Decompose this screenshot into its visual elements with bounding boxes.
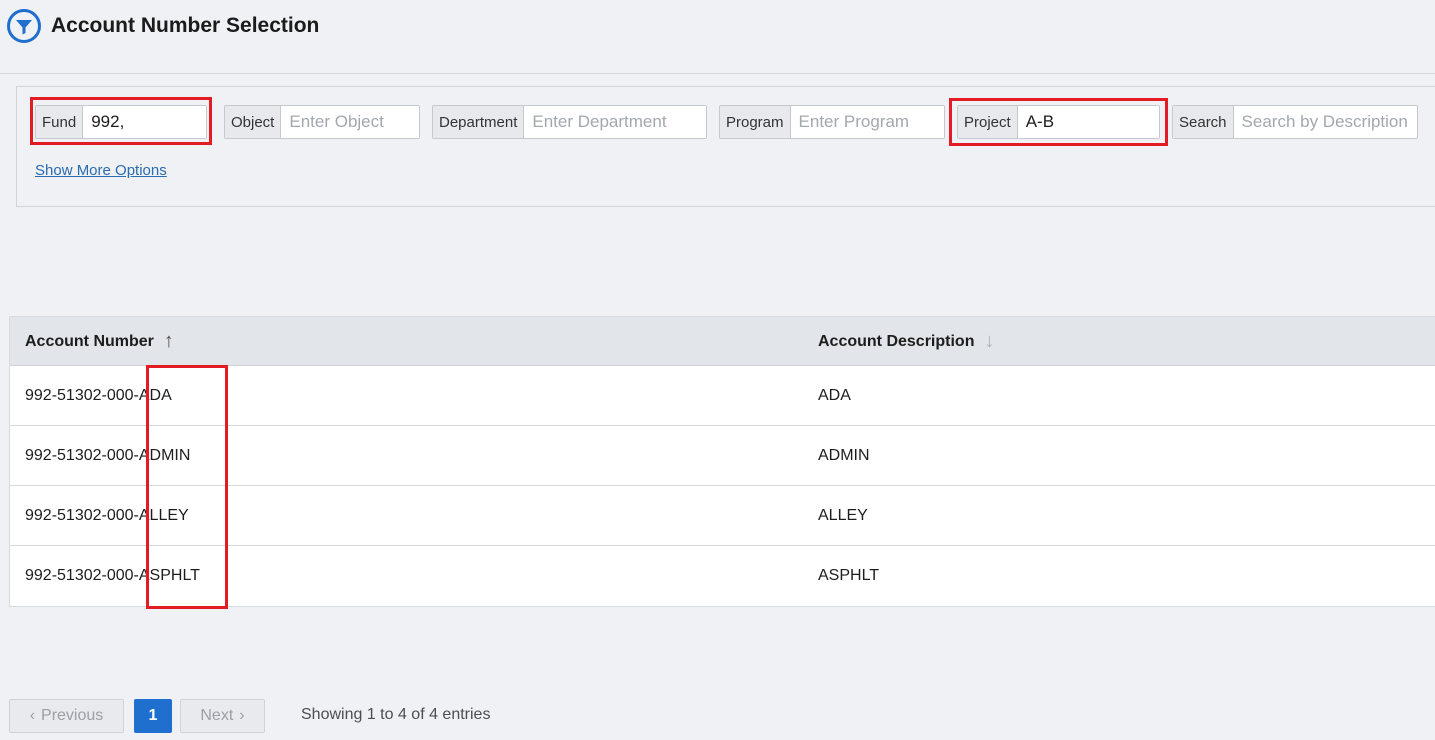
program-input[interactable] [790,106,944,138]
object-input[interactable] [281,106,419,138]
account-description-cell: ASPHLT [818,567,880,584]
column-header-account-number[interactable]: Account Number ↑ [25,317,174,366]
page-number-button[interactable]: 1 [134,699,172,733]
chevron-left-icon: ‹ [29,707,36,724]
table-row[interactable]: 992-51302-000-ADMIN ADMIN [10,426,1435,486]
account-number-cell: 992-51302-000-ADMIN [25,447,191,464]
account-number-cell: 992-51302-000-ADA [25,387,172,404]
page-title: Account Number Selection [51,14,320,37]
account-number-cell: 992-51302-000-ALLEY [25,507,189,524]
account-number-cell: 992-51302-000-ASPHLT [25,567,200,584]
previous-label: Previous [41,707,104,724]
filter-funnel-icon [7,9,41,43]
fund-filter: Fund [35,105,207,139]
column-label: Account Description [818,332,975,350]
account-description-cell: ALLEY [818,507,868,524]
program-filter: Program [719,105,945,139]
table-header: Account Number ↑ Account Description ↓ [10,317,1435,366]
column-header-account-description[interactable]: Account Description ↓ [818,317,994,366]
table-row[interactable]: 992-51302-000-ADA ADA [10,366,1435,426]
search-filter: Search [1172,105,1418,139]
next-page-button[interactable]: Next › [180,699,265,733]
search-label: Search [1173,106,1234,138]
previous-page-button[interactable]: ‹ Previous [9,699,124,733]
department-label: Department [433,106,525,138]
object-label: Object [225,106,282,138]
page-header: Account Number Selection [0,0,1435,74]
department-input[interactable] [524,106,706,138]
accounts-table: Account Number ↑ Account Description ↓ 9… [9,316,1435,607]
project-label: Project [958,106,1018,138]
sort-ascending-icon: ↑ [163,330,174,352]
object-filter: Object [224,105,420,139]
entries-summary: Showing 1 to 4 of 4 entries [301,706,491,723]
program-label: Program [720,106,791,138]
column-label: Account Number [25,332,154,350]
sort-descending-icon: ↓ [984,330,995,352]
next-label: Next [200,707,234,724]
table-row[interactable]: 992-51302-000-ASPHLT ASPHLT [10,546,1435,606]
search-input[interactable] [1233,106,1417,138]
account-description-cell: ADMIN [818,447,870,464]
project-filter: Project [957,105,1160,139]
table-row[interactable]: 992-51302-000-ALLEY ALLEY [10,486,1435,546]
account-description-cell: ADA [818,387,851,404]
fund-input[interactable] [83,106,206,138]
fund-label: Fund [36,106,84,138]
department-filter: Department [432,105,707,139]
chevron-right-icon: › [239,707,245,724]
show-more-options-link[interactable]: Show More Options [35,162,167,179]
project-input[interactable] [1017,106,1159,138]
